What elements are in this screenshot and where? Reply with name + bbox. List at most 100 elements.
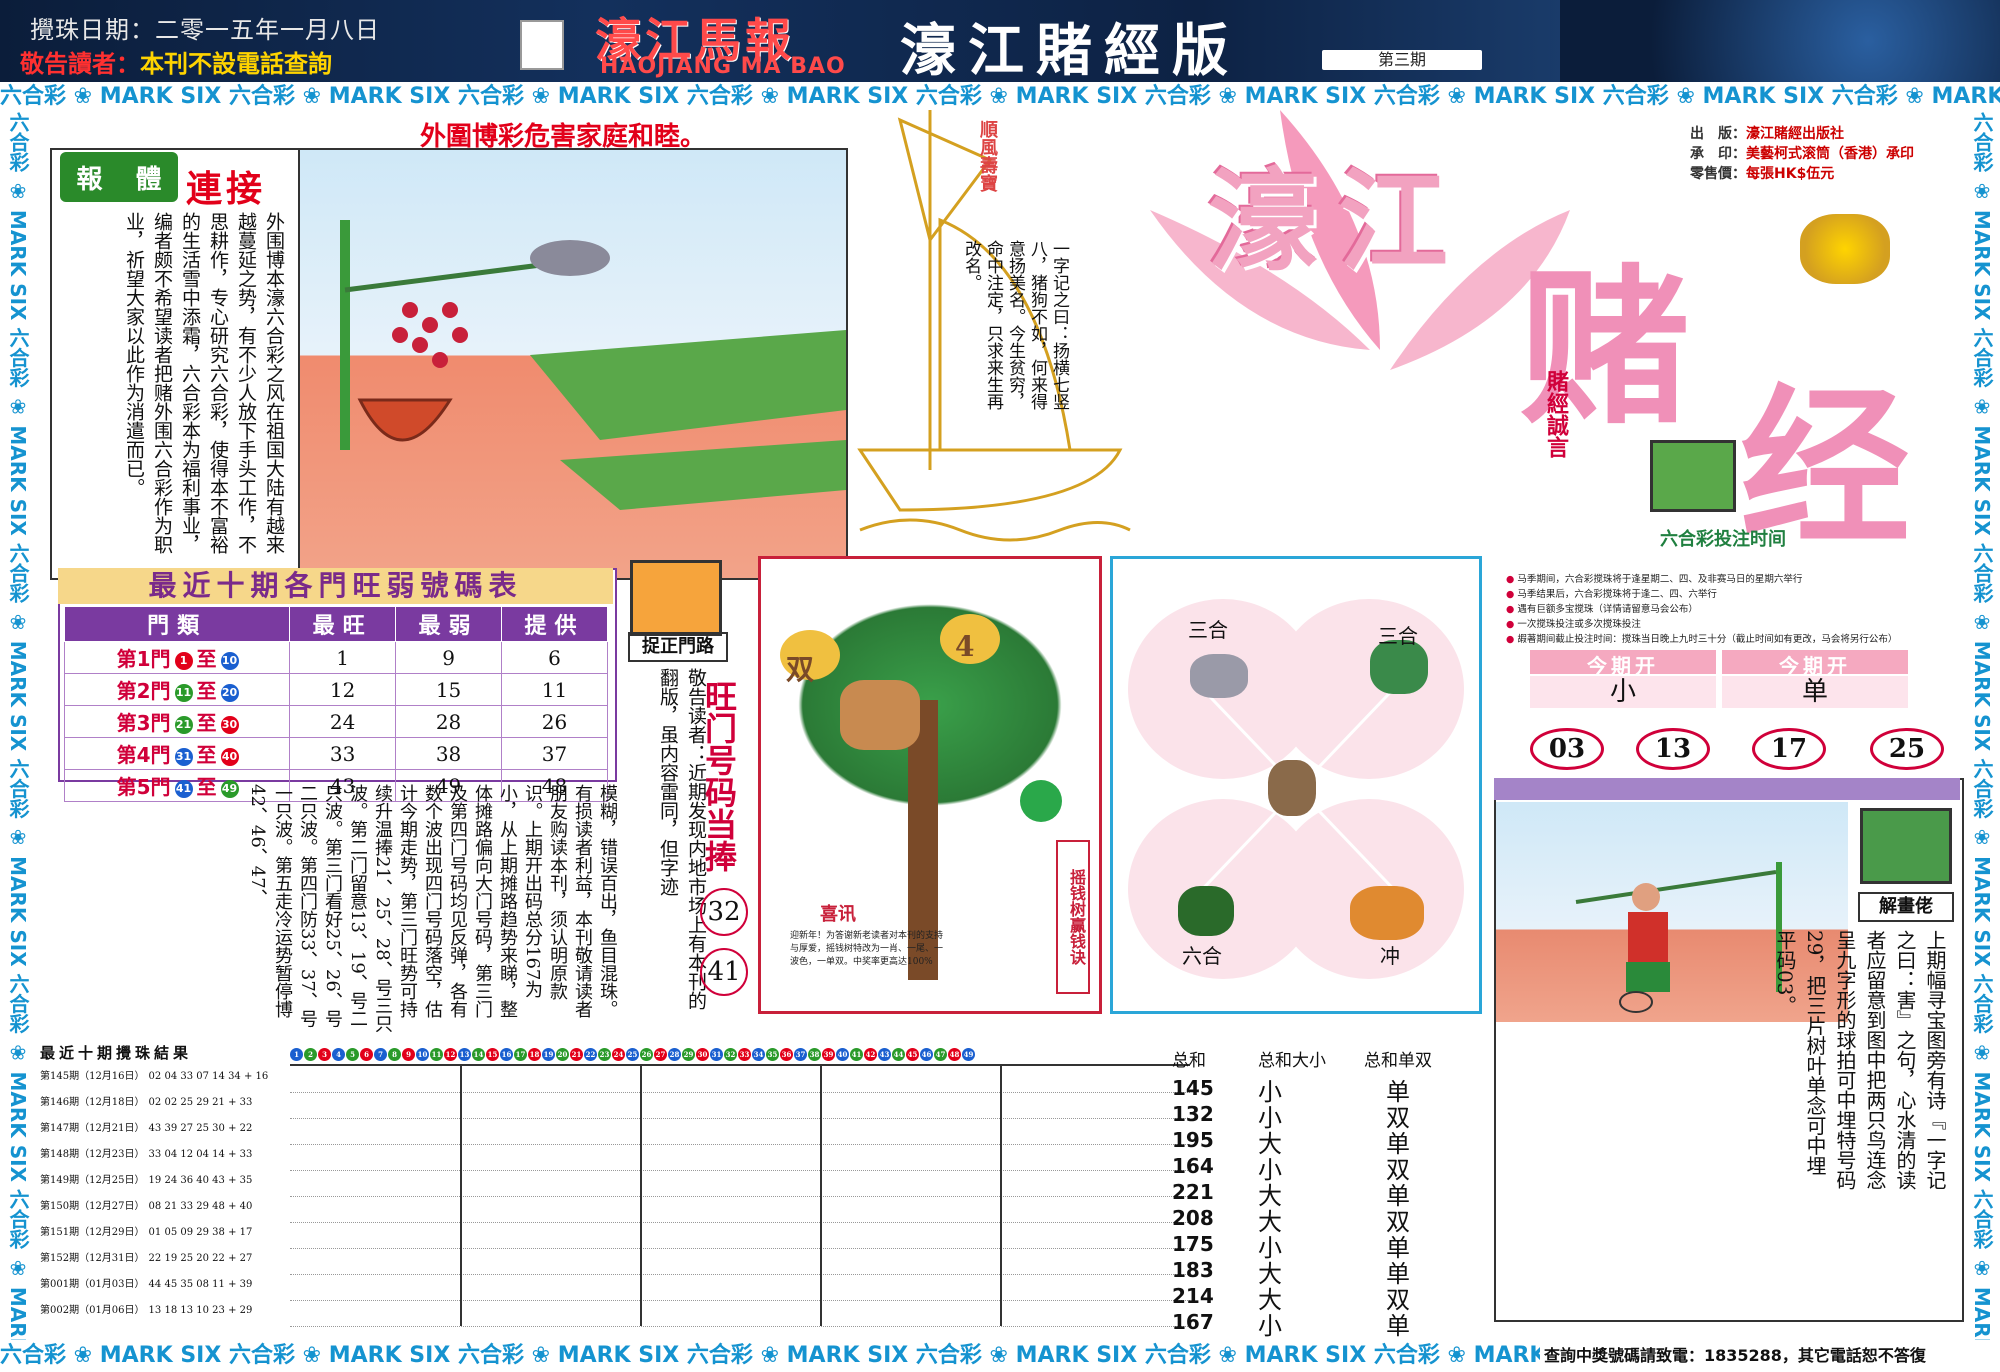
- issue-numbers: 08 21 33 29 48 + 40: [148, 1201, 253, 1212]
- publish-value: 濠江賭經出版社: [1746, 126, 1844, 142]
- header-decoration: [1560, 0, 2000, 82]
- number-ball: 42: [864, 1048, 877, 1061]
- report-badge: 報 體: [60, 152, 178, 202]
- report-text: 外围博本濠六合彩之风在祖国大陆有越来越蔓延之势，有不少人放下手头工作，不思耕作，…: [123, 212, 285, 554]
- col-header-hot: 最旺: [289, 606, 397, 642]
- number-ball: 25: [626, 1048, 639, 1061]
- bet-note-text: 马季期间，六合彩搅珠将于逢星期二、四、及非赛马日的星期六举行: [1517, 574, 1803, 585]
- zodiac-sanhe-1: 三合: [1188, 618, 1228, 642]
- issue-column: 第145期（12月16日） 02 04 33 07 14 34 + 16 第146期…: [40, 1064, 290, 1328]
- from-ball: 31: [174, 747, 193, 766]
- issue-label: 第150期（12月27日）: [40, 1201, 145, 1212]
- notice-label: 敬告讀者：: [20, 50, 140, 78]
- monkey-icon: [1268, 760, 1316, 816]
- issue-numbers: 02 04 33 07 14 34 + 16: [148, 1071, 269, 1082]
- number-ball: 8: [388, 1048, 401, 1061]
- number-ball: 30: [696, 1048, 709, 1061]
- sum-value: 145: [1172, 1076, 1214, 1100]
- trend-row: [290, 1248, 1190, 1275]
- trend-row: [290, 1066, 1190, 1093]
- good-news-body: 迎新年！为答谢新老读者对本刊的支持与厚爱，摇钱树特改为一肖、一尾、一波色，一单双…: [790, 931, 944, 967]
- hot-cold-row: 第4門 31 至 40 33 38 37: [63, 737, 608, 770]
- from-ball: 1: [174, 651, 193, 670]
- marquee-bottom: 六合彩 ❀ MARK SIX 六合彩 ❀ MARK SIX 六合彩 ❀ MARK…: [0, 1343, 1540, 1368]
- issue-row: 第152期（12月31日） 22 19 25 20 22 + 27: [40, 1246, 252, 1272]
- motto-text: 賭經誠言: [1543, 370, 1569, 458]
- bullet-icon: ●: [1506, 634, 1518, 645]
- cell-cold: 28: [395, 705, 503, 738]
- big-small-value: 小: [1258, 1312, 1282, 1340]
- col-header-offer: 提供: [501, 606, 608, 642]
- hot-cold-body: 第1門 1 至 10 1 9 6 第2門 11 至 20 12 15 11 第3門 21 至 30 24 28 26 第4…: [63, 641, 608, 802]
- number-ball: 48: [948, 1048, 961, 1061]
- number-ball: 7: [374, 1048, 387, 1061]
- zodiac-liuhe: 六合: [1182, 944, 1222, 968]
- number-ball: 46: [920, 1048, 933, 1061]
- hot-cold-title: 最近十期各門旺弱號碼表: [58, 568, 613, 604]
- number-ball: 16: [500, 1048, 513, 1061]
- to-ball: 30: [220, 715, 239, 734]
- zhuozheng-label: 捉正門路: [628, 632, 728, 662]
- from-ball: 21: [174, 715, 193, 734]
- notice-text: 本刊不設電話查詢: [140, 50, 332, 78]
- hot-number-1: 32: [700, 888, 748, 936]
- issue-label: 第001期（01月03日）: [40, 1279, 145, 1290]
- number-ball: 11: [430, 1048, 443, 1061]
- publish-key: 出 版：: [1690, 126, 1746, 142]
- pointing-hand-icon: [1860, 808, 1952, 884]
- sum-value: 208: [1172, 1206, 1214, 1230]
- hot-number-title: 旺门号码当捧: [700, 680, 738, 872]
- hand-pointing-icon: [630, 560, 722, 636]
- number-ball: 31: [710, 1048, 723, 1061]
- tree-label-shuang: 双: [786, 653, 815, 686]
- sum-value: 183: [1172, 1258, 1214, 1282]
- print-value: 美藝柯式滚筒（香港）承印: [1746, 146, 1914, 162]
- result-number-4: 25: [1870, 728, 1944, 770]
- door-cell: 第1門 1 至 10: [63, 641, 291, 674]
- sum-header: 总和: [1172, 1051, 1206, 1071]
- issue-row: 第001期（01月03日） 44 45 35 08 11 + 39: [40, 1272, 252, 1298]
- bullet-icon: ●: [1506, 589, 1518, 600]
- door-cell: 第2門 11 至 20: [63, 673, 291, 706]
- hotline-text: 查詢中獎號碼請致電：1835288，其它電話恕不答復: [1544, 1346, 1926, 1365]
- number-ball: 47: [934, 1048, 947, 1061]
- bet-note-text: 遇有巨额多宝搅珠（详情请留意马会公布）: [1517, 604, 1698, 615]
- number-ball: 45: [906, 1048, 919, 1061]
- explainer-text: 上期幅寻宝图旁有诗『一字记之曰：害』之句，心水清的读者应留意到图中把两只鸟连念呈…: [1773, 930, 1947, 1190]
- to-ball: 10: [220, 651, 239, 670]
- issue-row: 第002期（01月06日） 13 18 13 10 23 + 29: [40, 1298, 252, 1324]
- hot-cold-row: 第2門 11 至 20 12 15 11: [63, 673, 608, 706]
- bet-note-text: 马季结果后，六合彩搅珠将于逢二、四、六举行: [1517, 589, 1717, 600]
- issue-row: 第150期（12月27日） 08 21 33 29 48 + 40: [40, 1194, 252, 1220]
- zodiac-chong: 冲: [1380, 944, 1400, 968]
- good-news-title: 喜讯: [820, 904, 856, 925]
- result-number-1: 03: [1530, 728, 1604, 770]
- this-period-box: 今期开 小 今期开 单: [1530, 650, 1910, 712]
- number-ball: 28: [668, 1048, 681, 1061]
- number-ball: 3: [318, 1048, 331, 1061]
- number-ball: 23: [598, 1048, 611, 1061]
- horse-icon: [840, 680, 920, 750]
- bullet-icon: ●: [1506, 619, 1518, 630]
- number-ball: 20: [556, 1048, 569, 1061]
- number-ball: 36: [780, 1048, 793, 1061]
- snake-icon: [1178, 886, 1234, 936]
- issue-label: 第152期（12月31日）: [40, 1253, 145, 1264]
- door-cell: 第4門 31 至 40: [63, 737, 291, 770]
- issue-label: 第148期（12月23日）: [40, 1149, 145, 1160]
- to-ball: 20: [220, 683, 239, 702]
- number-ball: 17: [514, 1048, 527, 1061]
- result-number-3: 17: [1752, 728, 1826, 770]
- number-ball: 2: [304, 1048, 317, 1061]
- reader-notice: 敬告讀者：本刊不設電話查詢: [20, 44, 332, 79]
- trend-row: [290, 1170, 1190, 1197]
- issue-label: 第151期（12月29日）: [40, 1227, 145, 1238]
- bet-note: ● 嘏著期间截止投注时间：搅珠当日晚上九时三十分（截止时间如有更改，马会将另行公…: [1506, 632, 1962, 647]
- kaiban-val-2: 单: [1722, 676, 1908, 708]
- bet-note: ● 马季期间，六合彩搅珠将于逢星期二、四、及非赛马日的星期六举行: [1506, 572, 1962, 587]
- issue-numbers: 44 45 35 08 11 + 39: [148, 1279, 253, 1290]
- trend-row: [290, 1274, 1190, 1301]
- green-ball-icon: [1020, 780, 1062, 822]
- number-ball: 5: [346, 1048, 359, 1061]
- grid-divider: [460, 1066, 462, 1326]
